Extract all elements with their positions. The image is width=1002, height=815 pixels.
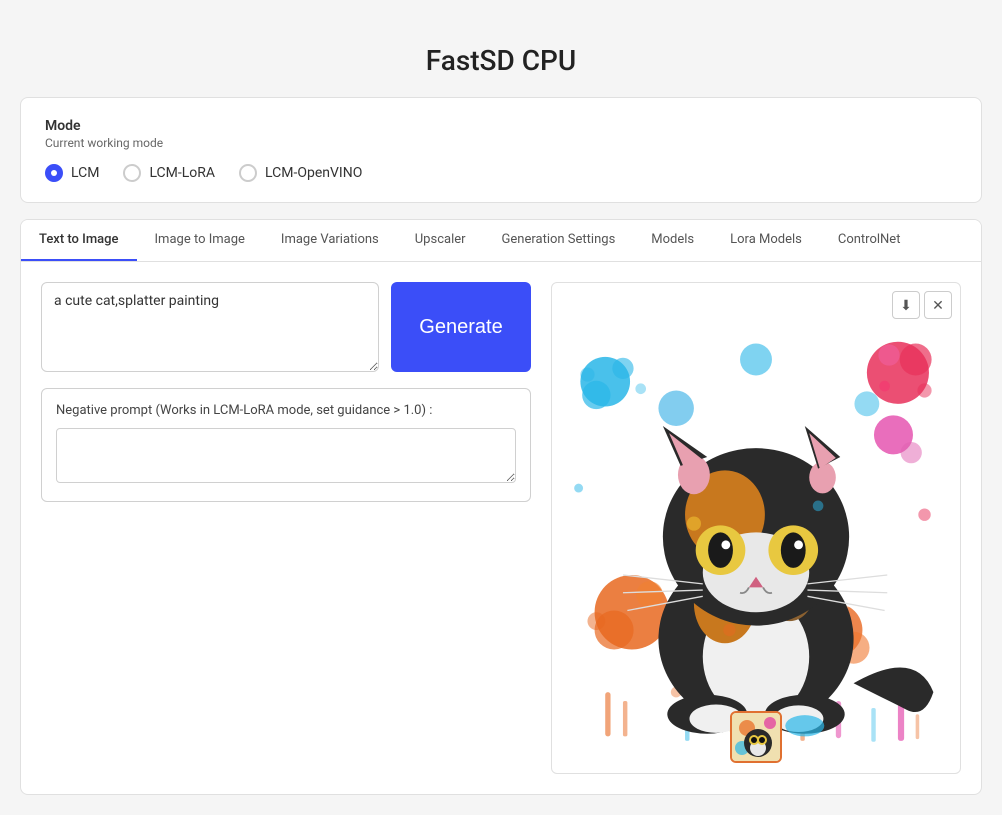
tab-controlnet[interactable]: ControlNet (820, 220, 919, 261)
tab-lora-models[interactable]: Lora Models (712, 220, 820, 261)
radio-circle-lcm (45, 164, 63, 182)
radio-label-lcm-openvino: LCM-OpenVINO (265, 165, 362, 181)
negative-prompt-section: Negative prompt (Works in LCM-LoRA mode,… (41, 388, 531, 502)
right-panel: ⬇ ✕ (551, 282, 961, 774)
download-button[interactable]: ⬇ (892, 291, 920, 319)
prompt-area-wrapper: a cute cat,splatter painting Generate (41, 282, 531, 372)
tab-text-to-image[interactable]: Text to Image (21, 220, 137, 261)
mode-sublabel: Current working mode (45, 136, 957, 150)
radio-label-lcm-lora: LCM-LoRA (149, 165, 215, 181)
prompt-textarea[interactable]: a cute cat,splatter painting (41, 282, 379, 372)
negative-prompt-textarea[interactable] (56, 428, 516, 483)
tab-models[interactable]: Models (633, 220, 712, 261)
generate-button[interactable]: Generate (391, 282, 531, 372)
generated-image-svg (552, 283, 960, 773)
radio-group: LCM LCM-LoRA LCM-OpenVINO (45, 164, 957, 182)
generated-image-area (552, 283, 960, 773)
thumbnail-image (732, 713, 782, 763)
thumbnail-strip (730, 711, 782, 763)
thumbnail-item[interactable] (730, 711, 782, 763)
left-panel: a cute cat,splatter painting Generate Ne… (41, 282, 531, 774)
mode-label: Mode (45, 118, 957, 134)
radio-lcm[interactable]: LCM (45, 164, 99, 182)
radio-circle-lcm-openvino (239, 164, 257, 182)
app-title: FastSD CPU (20, 44, 982, 77)
image-toolbar: ⬇ ✕ (892, 291, 952, 319)
mode-card: Mode Current working mode LCM LCM-LoRA L… (20, 97, 982, 203)
radio-circle-lcm-lora (123, 164, 141, 182)
tabs-content: a cute cat,splatter painting Generate Ne… (21, 262, 981, 794)
close-button[interactable]: ✕ (924, 291, 952, 319)
radio-lcm-openvino[interactable]: LCM-OpenVINO (239, 164, 362, 182)
download-icon: ⬇ (900, 297, 912, 314)
app-container: FastSD CPU Mode Current working mode LCM… (20, 20, 982, 795)
tab-upscaler[interactable]: Upscaler (397, 220, 484, 261)
main-layout: a cute cat,splatter painting Generate Ne… (41, 282, 961, 774)
tab-generation-settings[interactable]: Generation Settings (484, 220, 634, 261)
close-icon: ✕ (932, 297, 944, 314)
negative-prompt-label: Negative prompt (Works in LCM-LoRA mode,… (56, 403, 516, 418)
radio-lcm-lora[interactable]: LCM-LoRA (123, 164, 215, 182)
tabs-header: Text to Image Image to Image Image Varia… (21, 220, 981, 262)
tab-image-variations[interactable]: Image Variations (263, 220, 397, 261)
tab-image-to-image[interactable]: Image to Image (137, 220, 263, 261)
tabs-container: Text to Image Image to Image Image Varia… (20, 219, 982, 795)
radio-label-lcm: LCM (71, 165, 99, 181)
